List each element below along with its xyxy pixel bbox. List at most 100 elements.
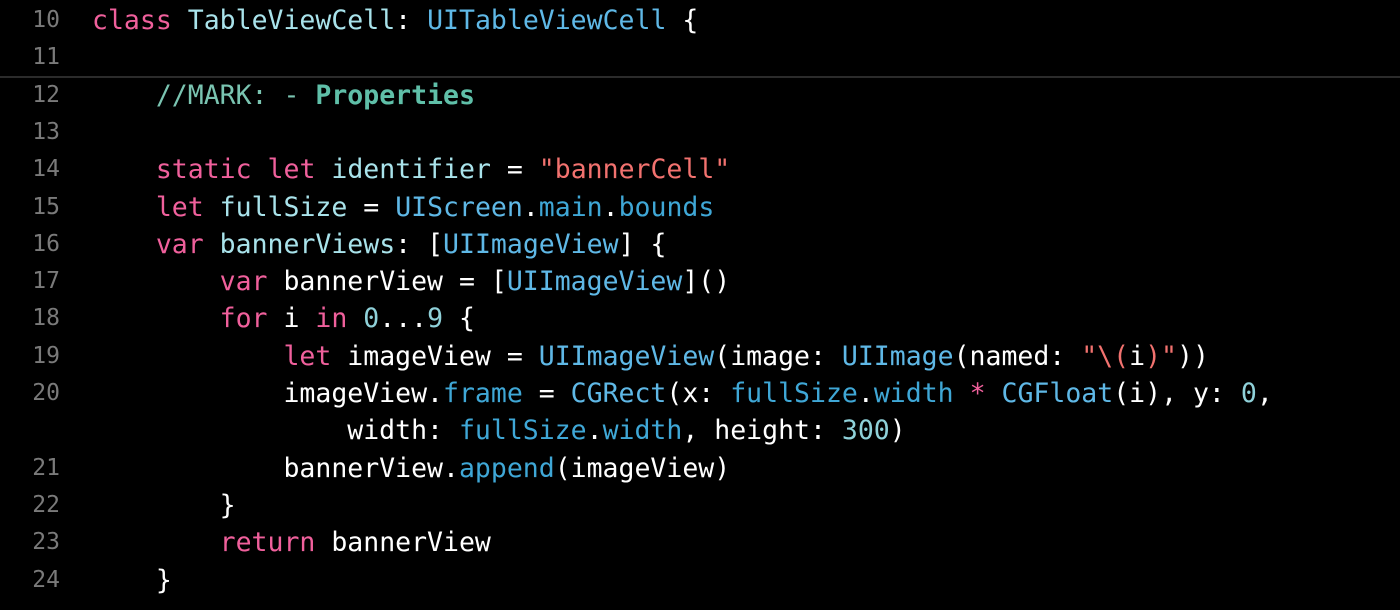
code-line[interactable]: 21 bannerView.append(imageView)	[0, 450, 1400, 487]
code-token: append	[458, 452, 555, 484]
code-token: ))	[1176, 340, 1209, 372]
code-token: }	[92, 564, 172, 596]
code-text: var bannerView = [UIImageView]()	[92, 263, 731, 300]
code-token: .	[586, 415, 603, 447]
code-token: UIScreen	[395, 191, 523, 223]
code-token: imageView =	[331, 340, 539, 372]
code-token: ]()	[682, 266, 731, 298]
code-token: UIImageView	[506, 266, 683, 298]
code-line[interactable]: 17 var bannerView = [UIImageView]()	[0, 263, 1400, 300]
line-number: 24	[32, 566, 60, 593]
code-token: UIImageView	[443, 228, 619, 260]
code-token: UIImageView	[538, 340, 715, 372]
code-line[interactable]: 13	[0, 114, 1400, 151]
code-token: fullSize	[730, 378, 858, 409]
code-text: }	[92, 562, 172, 599]
code-line[interactable]: 12 //MARK: - Properties	[0, 77, 1400, 114]
code-token: width	[602, 415, 683, 447]
code-text: bannerView.append(imageView)	[92, 450, 730, 487]
code-text: let fullSize = UIScreen.main.bounds	[92, 189, 715, 226]
code-token: }	[92, 489, 236, 521]
code-token: let	[267, 154, 316, 186]
code-token: CGRect	[570, 378, 667, 409]
code-token: "\(	[1081, 340, 1130, 372]
code-text: var bannerViews: [UIImageView] {	[92, 226, 667, 263]
code-line[interactable]: 18 for i in 0...9 {	[0, 300, 1400, 337]
code-token: let	[155, 191, 204, 223]
code-text: static let identifier = "bannerCell"	[92, 151, 730, 188]
code-token: (i), y:	[1113, 378, 1241, 409]
code-token: i	[1129, 340, 1146, 372]
code-token: UIImage	[841, 340, 954, 372]
line-number: 12	[32, 81, 60, 108]
code-text: class TableViewCell: UITableViewCell {	[92, 2, 698, 39]
code-token: .	[602, 191, 619, 223]
code-token: for	[219, 303, 268, 335]
code-token: )	[889, 415, 906, 447]
code-token: main	[538, 191, 603, 223]
code-token: let	[283, 340, 332, 372]
line-number: 15	[32, 193, 60, 220]
code-token: fullSize	[219, 191, 348, 223]
code-token: 9	[427, 303, 444, 335]
code-line[interactable]: width: fullSize.width, height: 300)	[0, 412, 1400, 449]
code-token: =	[490, 154, 539, 186]
code-token: .	[857, 378, 874, 409]
code-token: i	[267, 303, 316, 335]
code-editor[interactable]: 10 class TableViewCell: UITableViewCell {…	[0, 0, 1400, 610]
code-token: ] {	[618, 228, 667, 260]
code-token: :	[395, 5, 428, 36]
code-line[interactable]: 10 class TableViewCell: UITableViewCell {	[0, 2, 1400, 39]
code-token: width:	[92, 415, 459, 447]
code-text: }	[92, 487, 236, 524]
code-line[interactable]: 22 }	[0, 487, 1400, 524]
code-line[interactable]: 23 return bannerView	[0, 524, 1400, 561]
code-token: =	[347, 191, 396, 223]
code-token: (named:	[953, 340, 1082, 372]
code-token: identifier	[331, 154, 491, 186]
line-number: 11	[32, 44, 60, 71]
line-number: 22	[32, 491, 60, 518]
code-line[interactable]: 15 let fullSize = UIScreen.main.bounds	[0, 189, 1400, 226]
code-token: Properties	[315, 79, 475, 111]
code-line[interactable]: 20 imageView.frame = CGRect(x: fullSize.…	[0, 375, 1400, 412]
code-token: width	[873, 378, 954, 409]
code-line[interactable]: 19 let imageView = UIImageView(image: UI…	[0, 338, 1400, 375]
code-token: 300	[841, 415, 890, 447]
code-token: return	[219, 527, 316, 559]
code-token: 0	[363, 303, 380, 335]
code-line[interactable]: 24 }	[0, 562, 1400, 599]
code-token: ...	[379, 303, 428, 335]
code-token: var	[155, 228, 204, 260]
code-token: (x:	[666, 378, 731, 409]
code-line[interactable]: 14 static let identifier = "bannerCell"	[0, 151, 1400, 188]
line-number: 10	[32, 7, 60, 33]
code-token: {	[443, 303, 476, 335]
code-line[interactable]: 16 var bannerViews: [UIImageView] {	[0, 226, 1400, 263]
code-token: bannerView	[315, 527, 491, 559]
code-token: var	[219, 266, 268, 298]
line-number: 23	[32, 529, 60, 556]
code-token: : [	[395, 228, 444, 260]
code-text: imageView.frame = CGRect(x: fullSize.wid…	[92, 375, 1272, 412]
code-token: {	[666, 5, 699, 36]
code-token: imageView.	[92, 378, 443, 409]
code-token: =	[522, 378, 571, 409]
code-line[interactable]: 11	[0, 39, 1400, 76]
code-text: width: fullSize.width, height: 300)	[92, 412, 906, 449]
code-token: )"	[1145, 340, 1177, 372]
code-token: //MARK: -	[155, 79, 316, 111]
code-token: UITableViewCell	[427, 5, 667, 36]
